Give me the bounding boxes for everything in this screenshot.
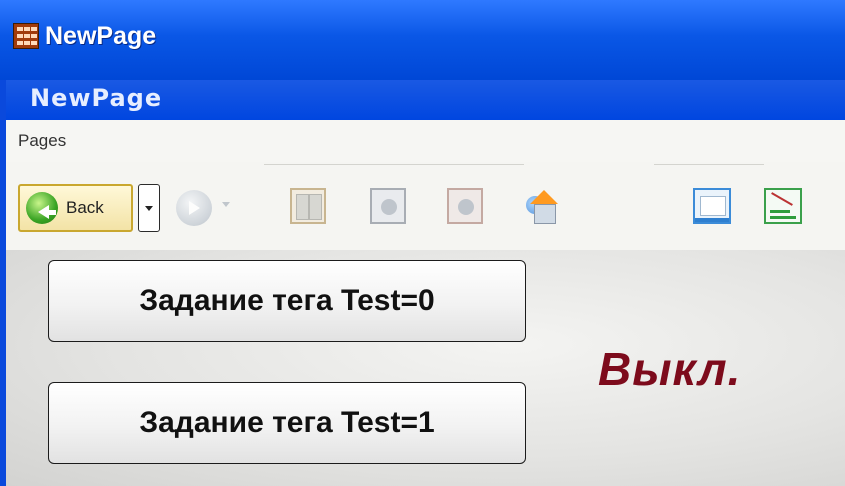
back-icon	[26, 192, 58, 224]
set-test-0-button[interactable]: Задание тега Test=0	[48, 260, 526, 342]
toolbar-separator	[654, 164, 764, 165]
window-titlebar: NewPage	[0, 0, 845, 80]
set-test-1-button[interactable]: Задание тега Test=1	[48, 382, 526, 464]
back-button[interactable]: Back	[18, 184, 133, 232]
screen-icon[interactable]	[693, 188, 731, 224]
forward-dropdown-icon[interactable]	[222, 202, 230, 207]
trend-icon[interactable]	[764, 188, 802, 224]
menu-pages[interactable]: Pages	[18, 131, 66, 151]
home-icon[interactable]	[526, 186, 566, 228]
status-label: Выкл.	[598, 343, 742, 395]
window-title: NewPage	[45, 22, 157, 50]
menu-bar	[6, 120, 845, 162]
next-page-icon[interactable]	[447, 188, 483, 224]
chevron-down-icon	[145, 206, 153, 211]
back-history-dropdown[interactable]	[138, 184, 160, 232]
pages-icon[interactable]	[290, 188, 326, 224]
app-icon	[13, 23, 39, 49]
back-button-label: Back	[66, 198, 104, 217]
toolbar-separator	[264, 164, 524, 165]
prev-page-icon[interactable]	[370, 188, 406, 224]
page-title: NewPage	[30, 84, 163, 112]
forward-icon[interactable]	[176, 190, 212, 226]
